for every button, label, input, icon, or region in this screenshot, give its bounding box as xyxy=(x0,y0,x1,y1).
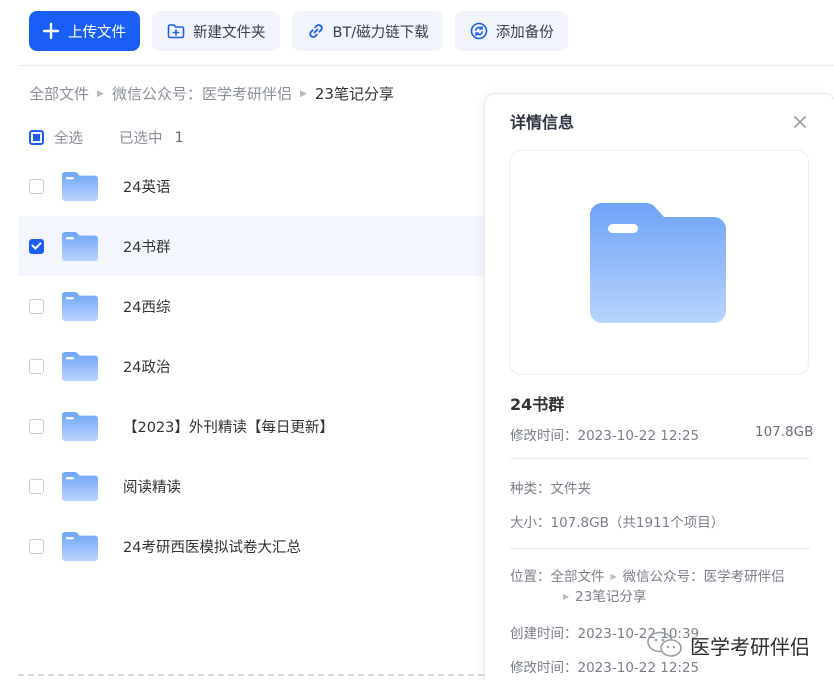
file-row[interactable]: 24英语 xyxy=(18,156,488,216)
details-title: 详情信息 xyxy=(510,113,575,132)
add-backup-button[interactable]: 添加备份 xyxy=(454,11,568,51)
row-checkbox[interactable] xyxy=(29,478,44,494)
triangle-right-icon: ▶ xyxy=(299,88,307,99)
upload-button-label: 上传文件 xyxy=(68,24,126,41)
location-item-wechat[interactable]: 微信公众号：医学考研伴侣 xyxy=(623,567,785,587)
triangle-right-icon: ▶ xyxy=(563,592,570,601)
folder-icon xyxy=(62,531,98,561)
breadcrumb: 全部文件 ▶ 微信公众号：医学考研伴侣 ▶ 23笔记分享 xyxy=(29,83,394,104)
file-name[interactable]: 24考研西医模拟试卷大汇总 xyxy=(123,536,301,557)
file-name[interactable]: 24西综 xyxy=(123,296,170,317)
folder-plus-icon xyxy=(166,21,186,41)
details-panel: 详情信息 24书群 修改时间：2023-10-22 12:25 107.8GB … xyxy=(484,93,834,680)
triangle-right-icon: ▶ xyxy=(610,572,617,581)
file-name[interactable]: 24英语 xyxy=(123,176,170,197)
breadcrumb-current: 23笔记分享 xyxy=(314,85,394,103)
details-divider xyxy=(510,458,810,459)
file-name[interactable]: 【2023】外刊精读【每日更新】 xyxy=(123,416,334,437)
large-folder-icon xyxy=(590,202,726,323)
file-row[interactable]: 阅读精读 xyxy=(18,456,488,516)
bt-download-button[interactable]: BT/磁力链下载 xyxy=(291,11,443,51)
folder-icon xyxy=(62,411,98,441)
file-row[interactable]: 24政治 xyxy=(18,336,488,396)
close-icon[interactable] xyxy=(791,113,809,131)
file-row[interactable]: 24书群 xyxy=(18,216,488,276)
row-checkbox[interactable] xyxy=(29,298,44,314)
file-name[interactable]: 阅读精读 xyxy=(123,476,181,497)
file-row[interactable]: 24西综 xyxy=(18,276,488,336)
drop-zone-border xyxy=(18,674,484,676)
folder-preview xyxy=(509,150,809,375)
select-all-checkbox[interactable] xyxy=(29,130,44,145)
details-divider xyxy=(510,548,810,549)
select-all-label[interactable]: 全选 xyxy=(54,127,83,148)
new-folder-label: 新建文件夹 xyxy=(193,24,266,41)
row-checkbox[interactable] xyxy=(29,178,44,194)
details-location: 位置： 全部文件 ▶ 微信公众号：医学考研伴侣 ▶ 23笔记分享 xyxy=(510,567,785,607)
wechat-logo-icon xyxy=(647,631,682,657)
selected-count: 1 xyxy=(174,129,184,146)
file-row[interactable]: 【2023】外刊精读【每日更新】 xyxy=(18,396,488,456)
file-name[interactable]: 24书群 xyxy=(123,236,170,257)
file-row[interactable]: 24考研西医模拟试卷大汇总 xyxy=(18,516,488,576)
sync-icon xyxy=(469,21,489,41)
new-folder-button[interactable]: 新建文件夹 xyxy=(152,11,280,51)
details-size-short: 107.8GB xyxy=(755,424,814,440)
toolbar: 上传文件 新建文件夹 BT/磁力链下载 添加备份 xyxy=(29,11,568,51)
file-list: 24英语 24书群 24西综 24政治 【2023】外刊精读【每日更新】 阅读精… xyxy=(18,156,488,576)
toolbar-divider xyxy=(18,65,834,66)
location-item-current[interactable]: 23笔记分享 xyxy=(575,587,646,607)
row-checkbox[interactable] xyxy=(29,358,44,374)
breadcrumb-item-wechat[interactable]: 微信公众号：医学考研伴侣 xyxy=(112,83,292,104)
details-file-name: 24书群 xyxy=(510,395,565,414)
folder-icon xyxy=(62,231,98,261)
plus-icon xyxy=(41,21,61,41)
details-size: 大小：107.8GB（共1911个项目） xyxy=(510,515,725,531)
watermark-text: 医学考研伴侣 xyxy=(690,634,810,659)
file-name[interactable]: 24政治 xyxy=(123,356,170,377)
location-label: 位置： xyxy=(510,569,551,585)
selected-label: 已选中 xyxy=(119,131,163,147)
watermark: 医学考研伴侣 xyxy=(646,630,810,660)
folder-icon xyxy=(62,351,98,381)
file-manager-page: 上传文件 新建文件夹 BT/磁力链下载 添加备份 全部文件 ▶ 微信公众号：医学… xyxy=(0,0,834,680)
bt-download-label: BT/磁力链下载 xyxy=(332,24,429,41)
folder-icon xyxy=(62,291,98,321)
triangle-right-icon: ▶ xyxy=(97,88,104,99)
location-item-all-files[interactable]: 全部文件 xyxy=(551,567,605,587)
details-modified: 修改时间：2023-10-22 12:25 xyxy=(510,428,700,444)
select-all-bar: 全选 已选中 1 xyxy=(29,127,184,148)
row-checkbox[interactable] xyxy=(29,238,44,254)
link-icon xyxy=(306,21,326,41)
breadcrumb-item-all-files[interactable]: 全部文件 xyxy=(29,83,89,104)
folder-icon xyxy=(62,171,98,201)
folder-icon xyxy=(62,471,98,501)
row-checkbox[interactable] xyxy=(29,418,44,434)
row-checkbox[interactable] xyxy=(29,538,44,554)
details-type: 种类：文件夹 xyxy=(510,481,591,497)
upload-button[interactable]: 上传文件 xyxy=(29,11,140,51)
add-backup-label: 添加备份 xyxy=(495,24,554,41)
